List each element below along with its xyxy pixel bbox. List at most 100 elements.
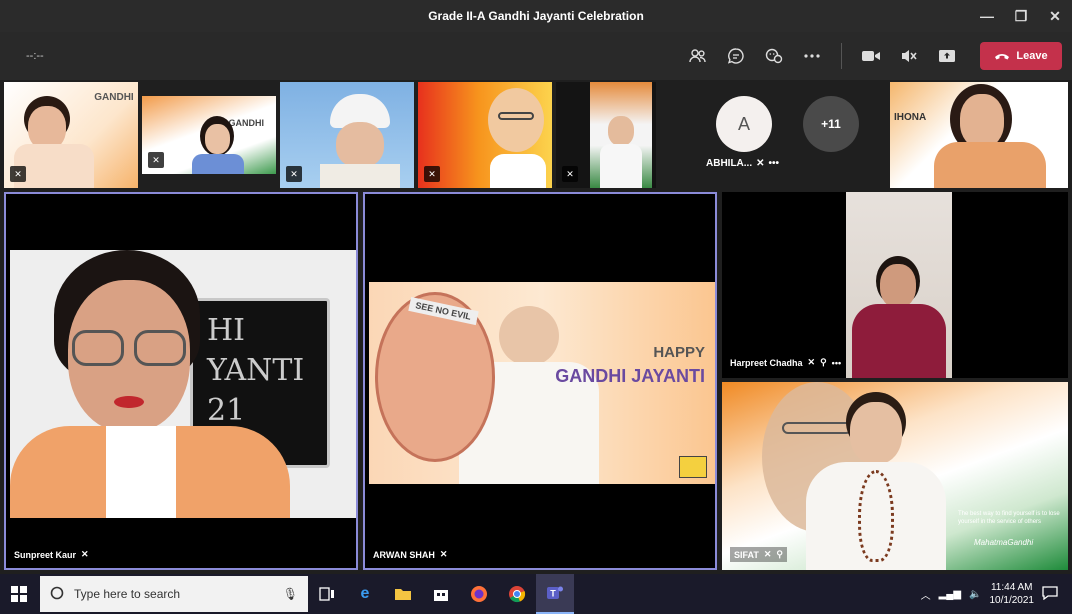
participant-thumbnail[interactable]: ✕ — [280, 82, 414, 188]
body — [600, 144, 642, 188]
network-icon[interactable]: ▂▄▆ — [939, 589, 961, 600]
face — [205, 124, 230, 154]
leave-label: Leave — [1016, 50, 1048, 62]
participant-name: SIFAT — [734, 549, 759, 560]
share-screen-icon[interactable] — [928, 40, 966, 72]
charkha-logo — [679, 456, 707, 478]
participant-avatar[interactable]: A — [716, 96, 772, 152]
pin-icon[interactable]: ⚲ — [820, 357, 827, 368]
body — [192, 154, 244, 174]
windows-taskbar: Type here to search 🎙 e T ︿ ▂▄▆ 🔈 11:44 … — [0, 574, 1072, 614]
taskbar-search[interactable]: Type here to search 🎙 — [40, 576, 308, 612]
collar — [106, 426, 176, 518]
more-icon[interactable]: ••• — [832, 358, 841, 368]
chat-icon[interactable] — [717, 40, 755, 72]
participant-thumbnail[interactable]: IHONA — [890, 82, 1068, 188]
notifications-icon[interactable] — [1042, 585, 1058, 603]
edge-icon[interactable]: e — [346, 574, 384, 614]
mic-off-icon: ✕ — [763, 549, 772, 559]
toolbar-divider — [841, 43, 842, 69]
participant-name: Harpreet Chadha — [730, 357, 803, 368]
start-button[interactable] — [0, 574, 38, 614]
mic-off-icon: ✕ — [148, 152, 164, 168]
video-frame: SEE NO EVIL HAPPY GANDHI JAYANTI — [369, 282, 715, 484]
minimize-button[interactable]: — — [970, 0, 1004, 32]
cutout-face — [375, 292, 495, 462]
clock-time: 11:44 AM — [990, 582, 1033, 593]
reactions-icon[interactable] — [755, 40, 793, 72]
meeting-controls: Leave — [679, 40, 1072, 72]
participant-thumbnail[interactable]: ✕ — [556, 82, 656, 188]
mic-off-icon: ✕ — [756, 158, 765, 169]
mic-off-icon: ✕ — [562, 166, 578, 182]
participant-thumbnail[interactable]: GANDHI ✕ — [4, 82, 138, 188]
participant-name-tag: Sunpreet Kaur ✕ — [14, 549, 89, 560]
video-tile-sifat[interactable]: The best way to find yourself is to lose… — [722, 382, 1068, 570]
store-icon[interactable] — [422, 574, 460, 614]
avatar-name: ABHILA... — [706, 158, 753, 169]
video-tile-arwan[interactable]: SEE NO EVIL HAPPY GANDHI JAYANTI ARWAN S… — [363, 192, 717, 570]
chevron-up-icon[interactable]: ︿ — [921, 587, 931, 602]
participant-name: Sunpreet Kaur — [14, 549, 77, 560]
video-tile-harpreet[interactable]: Harpreet Chadha ✕ ⚲ ••• — [722, 192, 1068, 378]
avatar-name-tag: ABHILA... ✕ ••• — [706, 158, 779, 169]
microphone-icon[interactable]: 🎙 — [283, 587, 298, 601]
close-button[interactable]: ✕ — [1038, 0, 1072, 32]
face — [488, 88, 544, 152]
board-line: 21 — [207, 393, 246, 428]
body — [852, 304, 946, 378]
pin-icon[interactable]: ⚲ — [776, 549, 783, 560]
video-frame — [846, 192, 952, 378]
face — [336, 122, 384, 168]
chrome-icon[interactable] — [498, 574, 536, 614]
file-explorer-icon[interactable] — [384, 574, 422, 614]
taskbar-clock[interactable]: 11:44 AM 10/1/2021 — [990, 581, 1035, 607]
participant-thumbnail[interactable]: ✕ — [418, 82, 552, 188]
camera-icon[interactable] — [852, 40, 890, 72]
banner-happy: HAPPY — [653, 344, 705, 361]
participant-name: ARWAN SHAH — [373, 549, 435, 560]
system-tray: ︿ ▂▄▆ 🔈 11:44 AM 10/1/2021 — [921, 574, 1072, 614]
face — [850, 402, 902, 464]
phone-icon — [995, 54, 1010, 60]
leave-button[interactable]: Leave — [980, 42, 1062, 70]
thumb-text: GANDHI — [94, 92, 134, 103]
mic-off-icon: ✕ — [807, 357, 816, 367]
mic-off-icon: ✕ — [286, 166, 302, 182]
more-icon[interactable]: ••• — [769, 158, 780, 169]
quote-author: MahatmaGandhi — [974, 538, 1034, 547]
meeting-timer: --:-- — [26, 50, 44, 62]
participant-strip: GANDHI ✕ GANDHI ✕ ✕ ✕ ✕ A ABHILA... ✕ ••… — [0, 80, 1072, 190]
video-tile-sunpreet[interactable]: HI YANTI 21 Sunpreet Kaur ✕ — [4, 192, 358, 570]
face — [608, 116, 634, 146]
board-line: YANTI — [207, 353, 305, 388]
face — [499, 306, 559, 366]
maximize-button[interactable]: ❐ — [1004, 0, 1038, 32]
participant-name-tag: ARWAN SHAH ✕ — [373, 549, 447, 560]
mute-icon[interactable] — [890, 40, 928, 72]
window-title: Grade II-A Gandhi Jayanti Celebration — [428, 9, 644, 23]
glasses — [498, 112, 534, 120]
more-options-icon[interactable] — [793, 40, 831, 72]
body — [14, 144, 94, 188]
overflow-participants-button[interactable]: +11 — [803, 96, 859, 152]
task-view-icon[interactable] — [308, 574, 346, 614]
participant-name-tag: SIFAT ✕ ⚲ — [730, 547, 787, 562]
mic-off-icon: ✕ — [439, 549, 448, 559]
teams-icon[interactable]: T — [536, 574, 574, 614]
mic-off-icon: ✕ — [81, 549, 89, 559]
volume-icon[interactable]: 🔈 — [969, 589, 981, 600]
svg-text:T: T — [550, 589, 556, 599]
lips — [114, 396, 144, 408]
window-controls: — ❐ ✕ — [970, 0, 1072, 32]
body — [320, 164, 400, 188]
beads — [858, 470, 894, 562]
participant-name-tag: Harpreet Chadha ✕ ⚲ ••• — [730, 357, 841, 368]
firefox-icon[interactable] — [460, 574, 498, 614]
participant-thumbnail[interactable]: GANDHI ✕ — [142, 96, 276, 174]
mic-off-icon: ✕ — [10, 166, 26, 182]
participants-icon[interactable] — [679, 40, 717, 72]
quote-text: The best way to find yourself is to lose… — [958, 511, 1060, 525]
clock-date: 10/1/2021 — [989, 595, 1035, 606]
face — [960, 94, 1004, 148]
